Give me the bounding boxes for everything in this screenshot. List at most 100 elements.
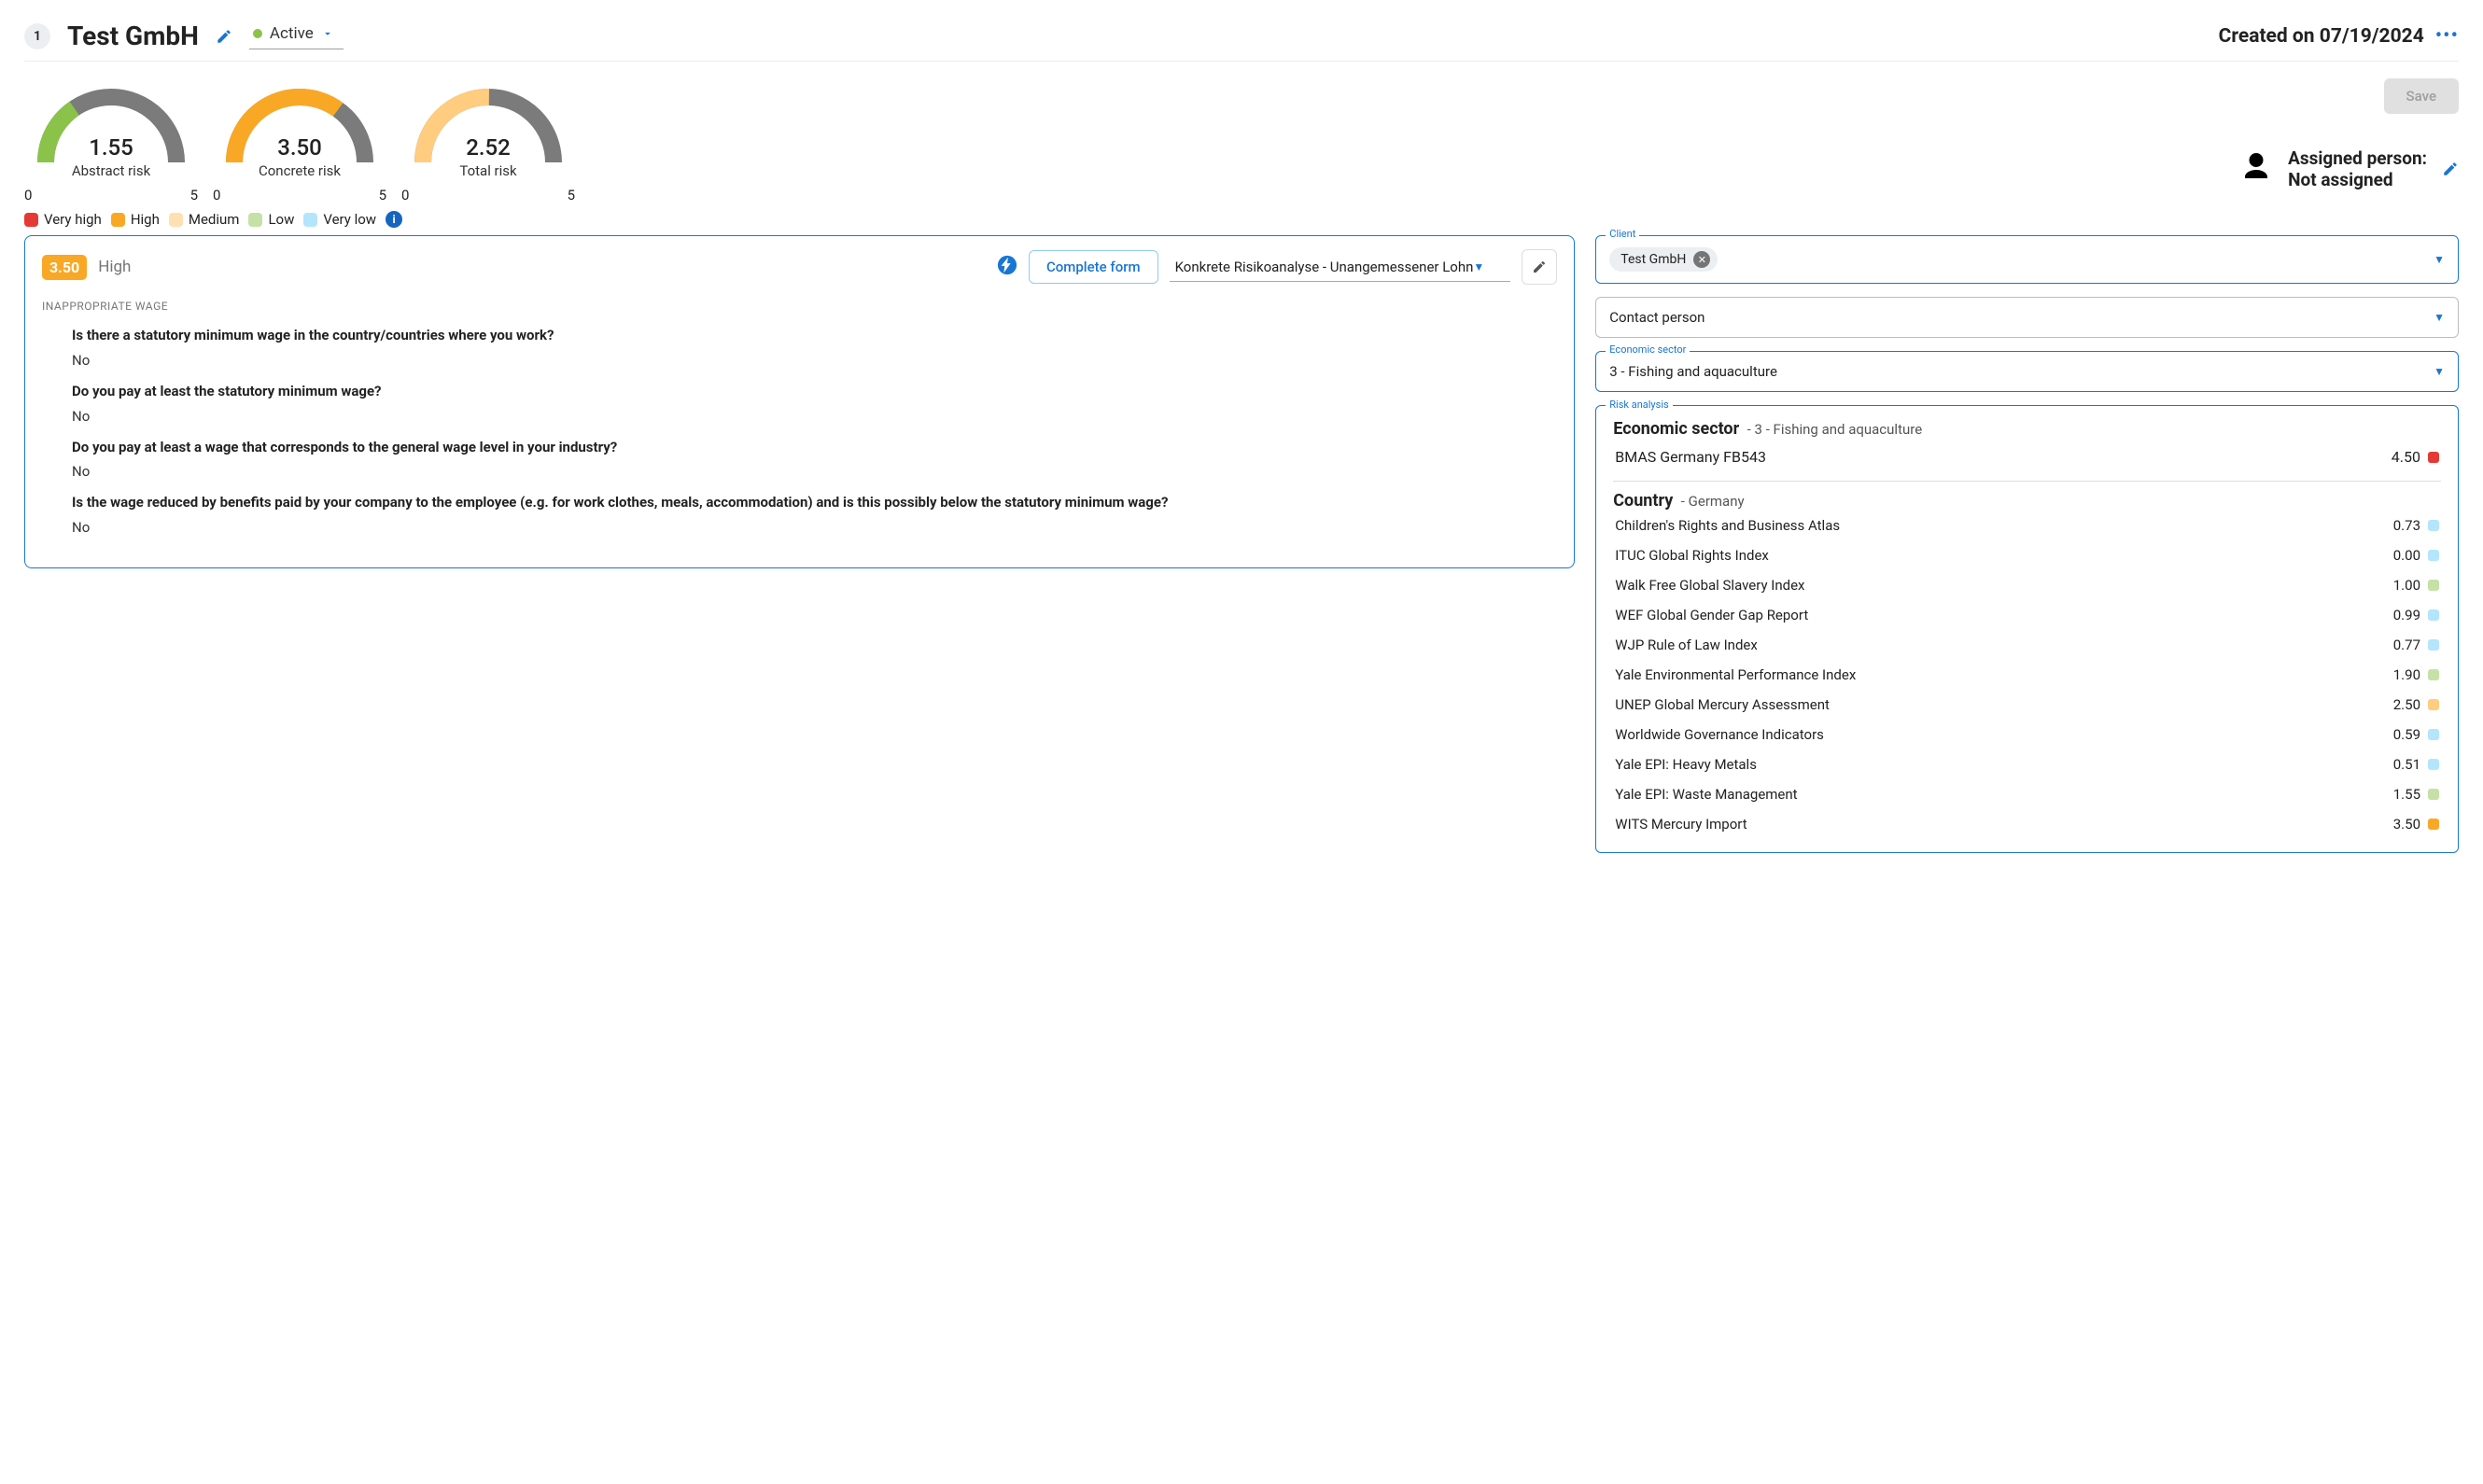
dropdown-arrow-icon[interactable]: ▼	[2434, 365, 2445, 378]
answer-text: No	[72, 463, 1557, 480]
question-text: Is there a statutory minimum wage in the…	[72, 326, 1557, 346]
gauge-min: 0	[24, 187, 32, 203]
dropdown-arrow-icon[interactable]: ▼	[2434, 311, 2445, 324]
gauge-max: 5	[190, 187, 198, 203]
sector-heading: Economic sector - 3 - Fishing and aquacu…	[1613, 419, 2441, 439]
gauge-abstract-risk: 1.55 Abstract risk 0 5	[24, 78, 198, 203]
form-card: 3.50 High Complete form Konkrete Risikoa…	[24, 235, 1575, 568]
risk-row-color	[2428, 759, 2439, 770]
risk-row-color	[2428, 789, 2439, 800]
risk-row-name: Yale EPI: Waste Management	[1615, 786, 1797, 803]
risk-row-score: 0.59	[2393, 726, 2420, 743]
risk-row: Worldwide Governance Indicators 0.59	[1613, 720, 2441, 749]
created-date: Created on 07/19/2024	[2219, 25, 2424, 48]
question-item: Is the wage reduced by benefits paid by …	[72, 493, 1557, 536]
risk-row-name: BMAS Germany FB543	[1615, 448, 1766, 466]
legend-item: Medium	[169, 211, 240, 228]
risk-row-score: 0.99	[2393, 607, 2420, 623]
risk-row: Yale Environmental Performance Index 1.9…	[1613, 660, 2441, 690]
risk-row-score: 0.51	[2393, 756, 2420, 773]
form-select[interactable]: Konkrete Risikoanalyse - Unangemessener …	[1170, 253, 1511, 282]
risk-legend: Very high High Medium Low Very low i	[24, 211, 575, 228]
form-card-header: 3.50 High Complete form Konkrete Risikoa…	[42, 249, 1557, 285]
complete-form-button[interactable]: Complete form	[1029, 250, 1158, 284]
sector-sub: - 3 - Fishing and aquaculture	[1747, 421, 1922, 438]
header-right: Created on 07/19/2024 •••	[2219, 24, 2459, 48]
avatar-icon	[2239, 150, 2273, 188]
bolt-icon[interactable]	[997, 255, 1017, 279]
legend-item: High	[111, 211, 160, 228]
edit-form-button[interactable]	[1522, 249, 1557, 285]
client-chip-text: Test GmbH	[1620, 252, 1686, 267]
legend-swatch	[111, 213, 125, 227]
page-header: 1 Test GmbH Active Created on 07/19/2024…	[24, 21, 2459, 62]
risk-row-color	[2428, 580, 2439, 591]
risk-row-color	[2428, 550, 2439, 561]
divider	[1613, 481, 2441, 482]
legend-swatch	[303, 213, 317, 227]
status-dot	[253, 29, 262, 38]
risk-row-color	[2428, 452, 2439, 463]
risk-row-color	[2428, 669, 2439, 680]
legend-swatch	[24, 213, 38, 227]
question-text: Do you pay at least the statutory minimu…	[72, 382, 1557, 402]
legend-label: High	[131, 211, 160, 228]
gauge-concrete-risk: 3.50 Concrete risk 0 5	[213, 78, 386, 203]
legend-item: Very low	[303, 211, 376, 228]
status-dropdown[interactable]: Active	[249, 22, 344, 49]
client-field[interactable]: Client Test GmbH ✕ ▼	[1595, 235, 2459, 284]
assigned-value: Not assigned	[2288, 169, 2427, 190]
edit-company-button[interactable]	[216, 28, 232, 45]
sector-field-value: 3 - Fishing and aquaculture	[1609, 363, 1777, 380]
assigned-heading: Assigned person:	[2288, 147, 2427, 169]
contact-field[interactable]: Contact person ▼	[1595, 297, 2459, 338]
risk-row-color	[2428, 609, 2439, 621]
pencil-icon	[216, 28, 232, 45]
gauge-min: 0	[213, 187, 220, 203]
upper-section: 1.55 Abstract risk 0 5 3.50 Concrete ris…	[24, 78, 2459, 228]
legend-swatch	[169, 213, 183, 227]
client-chip: Test GmbH ✕	[1609, 247, 1718, 272]
gauge-min: 0	[401, 187, 409, 203]
legend-label: Very high	[44, 211, 102, 228]
legend-info-button[interactable]: i	[386, 211, 402, 228]
risk-row: Yale EPI: Heavy Metals 0.51	[1613, 749, 2441, 779]
risk-row-color	[2428, 699, 2439, 710]
body-columns: 3.50 High Complete form Konkrete Risikoa…	[24, 235, 2459, 853]
legend-swatch	[248, 213, 262, 227]
dropdown-arrow-icon[interactable]: ▼	[2434, 253, 2445, 266]
question-item: Do you pay at least a wage that correspo…	[72, 438, 1557, 481]
risk-row-name: ITUC Global Rights Index	[1615, 547, 1769, 564]
contact-field-value: Contact person	[1609, 309, 1704, 326]
client-chip-remove[interactable]: ✕	[1693, 251, 1710, 268]
risk-row: UNEP Global Mercury Assessment 2.50	[1613, 690, 2441, 720]
sector-field-label: Economic sector	[1606, 343, 1690, 356]
sector-field[interactable]: Economic sector 3 - Fishing and aquacult…	[1595, 351, 2459, 392]
upper-right: Save Assigned person: Not assigned	[2239, 78, 2459, 190]
form-select-value: Konkrete Risikoanalyse - Unangemessener …	[1175, 259, 1474, 275]
risk-row-name: WITS Mercury Import	[1615, 816, 1747, 833]
assigned-person: Assigned person: Not assigned	[2239, 147, 2459, 190]
dropdown-arrow-icon: ▼	[1473, 260, 1484, 273]
edit-assigned-button[interactable]	[2442, 161, 2459, 177]
risk-row-name: Worldwide Governance Indicators	[1615, 726, 1824, 743]
header-more-button[interactable]: •••	[2435, 24, 2459, 48]
risk-row-name: Walk Free Global Slavery Index	[1615, 577, 1804, 594]
company-name: Test GmbH	[67, 21, 199, 51]
legend-label: Very low	[323, 211, 376, 228]
answer-text: No	[72, 352, 1557, 369]
save-button[interactable]: Save	[2384, 78, 2459, 114]
risk-row: BMAS Germany FB543 4.50	[1613, 439, 2441, 471]
legend-item: Low	[248, 211, 294, 228]
answer-text: No	[72, 519, 1557, 536]
legend-label: Medium	[189, 211, 240, 228]
risk-row-color	[2428, 639, 2439, 651]
country-sub: - Germany	[1681, 493, 1745, 510]
country-heading: Country - Germany	[1613, 491, 2441, 511]
risk-row-name: Children's Rights and Business Atlas	[1615, 517, 1840, 534]
question-item: Do you pay at least the statutory minimu…	[72, 382, 1557, 425]
risk-row: Yale EPI: Waste Management 1.55	[1613, 779, 2441, 809]
risk-row: WEF Global Gender Gap Report 0.99	[1613, 600, 2441, 630]
risk-row-score: 1.55	[2393, 786, 2420, 803]
risk-row-score: 0.00	[2393, 547, 2420, 564]
